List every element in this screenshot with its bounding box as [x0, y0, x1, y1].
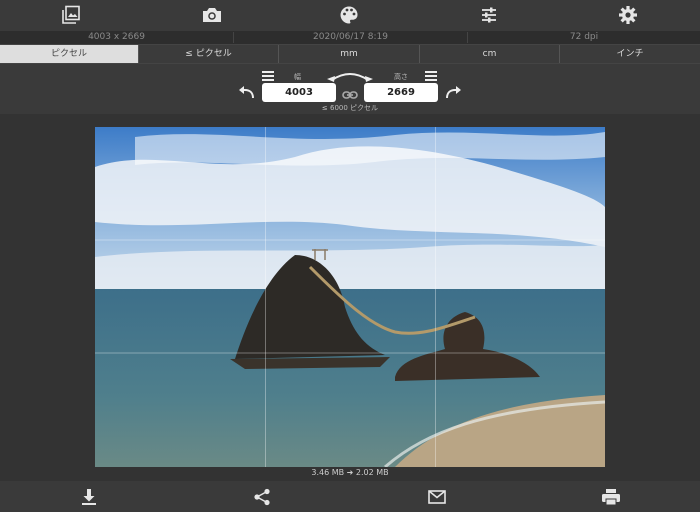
max-size-hint: ≤ 6000 ピクセル [321, 104, 379, 112]
tab-mm[interactable]: mm [279, 45, 420, 63]
tab-inch[interactable]: インチ [560, 45, 700, 63]
camera-icon[interactable] [200, 4, 224, 26]
gear-icon[interactable] [616, 4, 640, 26]
height-input[interactable]: 2669 [364, 83, 438, 102]
image-date: 2020/06/17 8:19 [313, 32, 388, 42]
redo-icon[interactable] [444, 84, 462, 100]
mail-icon[interactable] [426, 486, 448, 508]
download-icon[interactable] [78, 486, 100, 508]
tab-max-pixels[interactable]: ≤ ピクセル [139, 45, 279, 63]
unit-tabs: ピクセル ≤ ピクセル mm cm インチ [0, 44, 700, 64]
tab-cm[interactable]: cm [420, 45, 560, 63]
photo-library-icon[interactable] [59, 4, 83, 26]
sliders-icon[interactable] [477, 4, 501, 26]
file-size-change: 3.46 MB ➜ 2.02 MB [311, 468, 389, 477]
width-presets-menu-icon[interactable] [262, 71, 274, 81]
undo-icon[interactable] [238, 84, 256, 100]
height-label: 高さ [394, 73, 408, 81]
meoto-iwa-photo [95, 127, 605, 467]
print-icon[interactable] [600, 486, 622, 508]
photo-preview[interactable] [95, 127, 605, 467]
width-input[interactable]: 4003 [262, 83, 336, 102]
tab-pixels[interactable]: ピクセル [0, 45, 139, 63]
image-dimensions: 4003 x 2669 [88, 32, 145, 42]
width-label: 幅 [294, 73, 301, 81]
resize-controls: 幅 4003 高さ 2669 ≤ 6000 ピクセル [0, 64, 700, 114]
bottom-toolbar [0, 481, 700, 512]
grid-line [265, 127, 266, 467]
image-dpi: 72 dpi [569, 32, 599, 42]
aspect-lock-link-icon[interactable] [342, 86, 358, 99]
share-icon[interactable] [251, 486, 273, 508]
height-presets-menu-icon[interactable] [425, 71, 437, 81]
grid-line [435, 127, 436, 467]
swap-dimensions-icon[interactable] [326, 67, 374, 82]
image-canvas: 3.46 MB ➜ 2.02 MB [0, 114, 700, 481]
top-toolbar [0, 0, 700, 31]
palette-icon[interactable] [337, 4, 361, 26]
image-info-bar: 4003 x 2669 2020/06/17 8:19 72 dpi [0, 31, 700, 44]
